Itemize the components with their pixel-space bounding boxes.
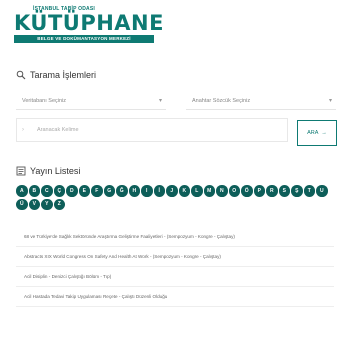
letter-button[interactable]: A bbox=[16, 185, 28, 197]
letter-button[interactable]: G bbox=[103, 185, 115, 197]
letter-button[interactable]: L bbox=[191, 185, 203, 197]
letter-button[interactable]: R bbox=[266, 185, 278, 197]
letter-button[interactable]: V bbox=[28, 198, 40, 210]
list-item[interactable]: Abstracts XIX World Congress On Safety A… bbox=[16, 247, 334, 267]
search-section-title: Tarama İşlemleri bbox=[16, 70, 96, 80]
search-icon bbox=[16, 70, 26, 80]
list-section-label: Yayın Listesi bbox=[30, 166, 81, 176]
letter-button[interactable]: Ü bbox=[16, 198, 28, 210]
list-item[interactable]: Acil Disiplin - Denizci Çalıştığı Bölüm … bbox=[16, 267, 334, 287]
search-button-label: ARA bbox=[307, 130, 319, 136]
results-list: 68 ve Türkiye'de Sağlık Sektöründe Araşt… bbox=[16, 227, 334, 307]
site-logo[interactable]: İSTANBUL TABİP ODASI KÜTÜPHANE BELGE VE … bbox=[14, 6, 164, 43]
logo-main-text: KÜTÜPHANE bbox=[14, 11, 164, 35]
list-item[interactable]: 68 ve Türkiye'de Sağlık Sektöründe Araşt… bbox=[16, 227, 334, 247]
chevron-down-icon: ▾ bbox=[158, 98, 162, 104]
letter-button[interactable]: Z bbox=[53, 198, 65, 210]
letter-button[interactable]: E bbox=[78, 185, 90, 197]
search-input-placeholder: Aranacak Kelime bbox=[37, 127, 79, 133]
letter-button[interactable]: S bbox=[278, 185, 290, 197]
letter-button[interactable]: N bbox=[216, 185, 228, 197]
field-select[interactable]: Anahtar Sözcük Seçiniz ▾ bbox=[186, 92, 336, 110]
letter-button[interactable]: Ş bbox=[291, 185, 303, 197]
field-select-value: Anahtar Sözcük Seçiniz bbox=[192, 97, 251, 104]
database-select-value: Veritabanı Seçiniz bbox=[22, 97, 67, 104]
letter-button[interactable]: C bbox=[41, 185, 53, 197]
letter-button[interactable]: J bbox=[166, 185, 178, 197]
letter-button[interactable]: D bbox=[66, 185, 78, 197]
list-icon bbox=[16, 166, 26, 176]
letter-button[interactable]: H bbox=[128, 185, 140, 197]
letter-button[interactable]: B bbox=[28, 185, 40, 197]
arrow-right-icon: → bbox=[321, 130, 327, 136]
chevron-right-icon: › bbox=[22, 127, 24, 133]
search-button[interactable]: ARA → bbox=[297, 120, 337, 146]
letter-button[interactable]: T bbox=[303, 185, 315, 197]
list-item[interactable]: Acil Hastada Tedavi Takip Uygulaması Reç… bbox=[16, 287, 334, 307]
logo-subtitle: BELGE VE DOKÜMANTASYON MERKEZİ bbox=[14, 35, 154, 43]
letter-button[interactable]: O bbox=[228, 185, 240, 197]
letter-button[interactable]: Ç bbox=[53, 185, 65, 197]
letter-button[interactable]: Y bbox=[41, 198, 53, 210]
list-section-title: Yayın Listesi bbox=[16, 166, 80, 176]
search-input[interactable]: › Aranacak Kelime bbox=[16, 118, 288, 142]
database-select[interactable]: Veritabanı Seçiniz ▾ bbox=[16, 92, 166, 110]
letter-button[interactable]: U bbox=[316, 185, 328, 197]
search-section-label: Tarama İşlemleri bbox=[30, 70, 97, 80]
letter-button[interactable]: F bbox=[91, 185, 103, 197]
letter-button[interactable]: M bbox=[203, 185, 215, 197]
letter-filter: ABCÇDEFGĞHIİJKLMNOÖPRSŞTU ÜVYZ bbox=[16, 185, 338, 210]
chevron-down-icon: ▾ bbox=[328, 98, 332, 104]
letter-button[interactable]: İ bbox=[153, 185, 165, 197]
letter-button[interactable]: I bbox=[141, 185, 153, 197]
letter-button[interactable]: Ö bbox=[241, 185, 253, 197]
letter-button[interactable]: K bbox=[178, 185, 190, 197]
letter-button[interactable]: P bbox=[253, 185, 265, 197]
letter-button[interactable]: Ğ bbox=[116, 185, 128, 197]
